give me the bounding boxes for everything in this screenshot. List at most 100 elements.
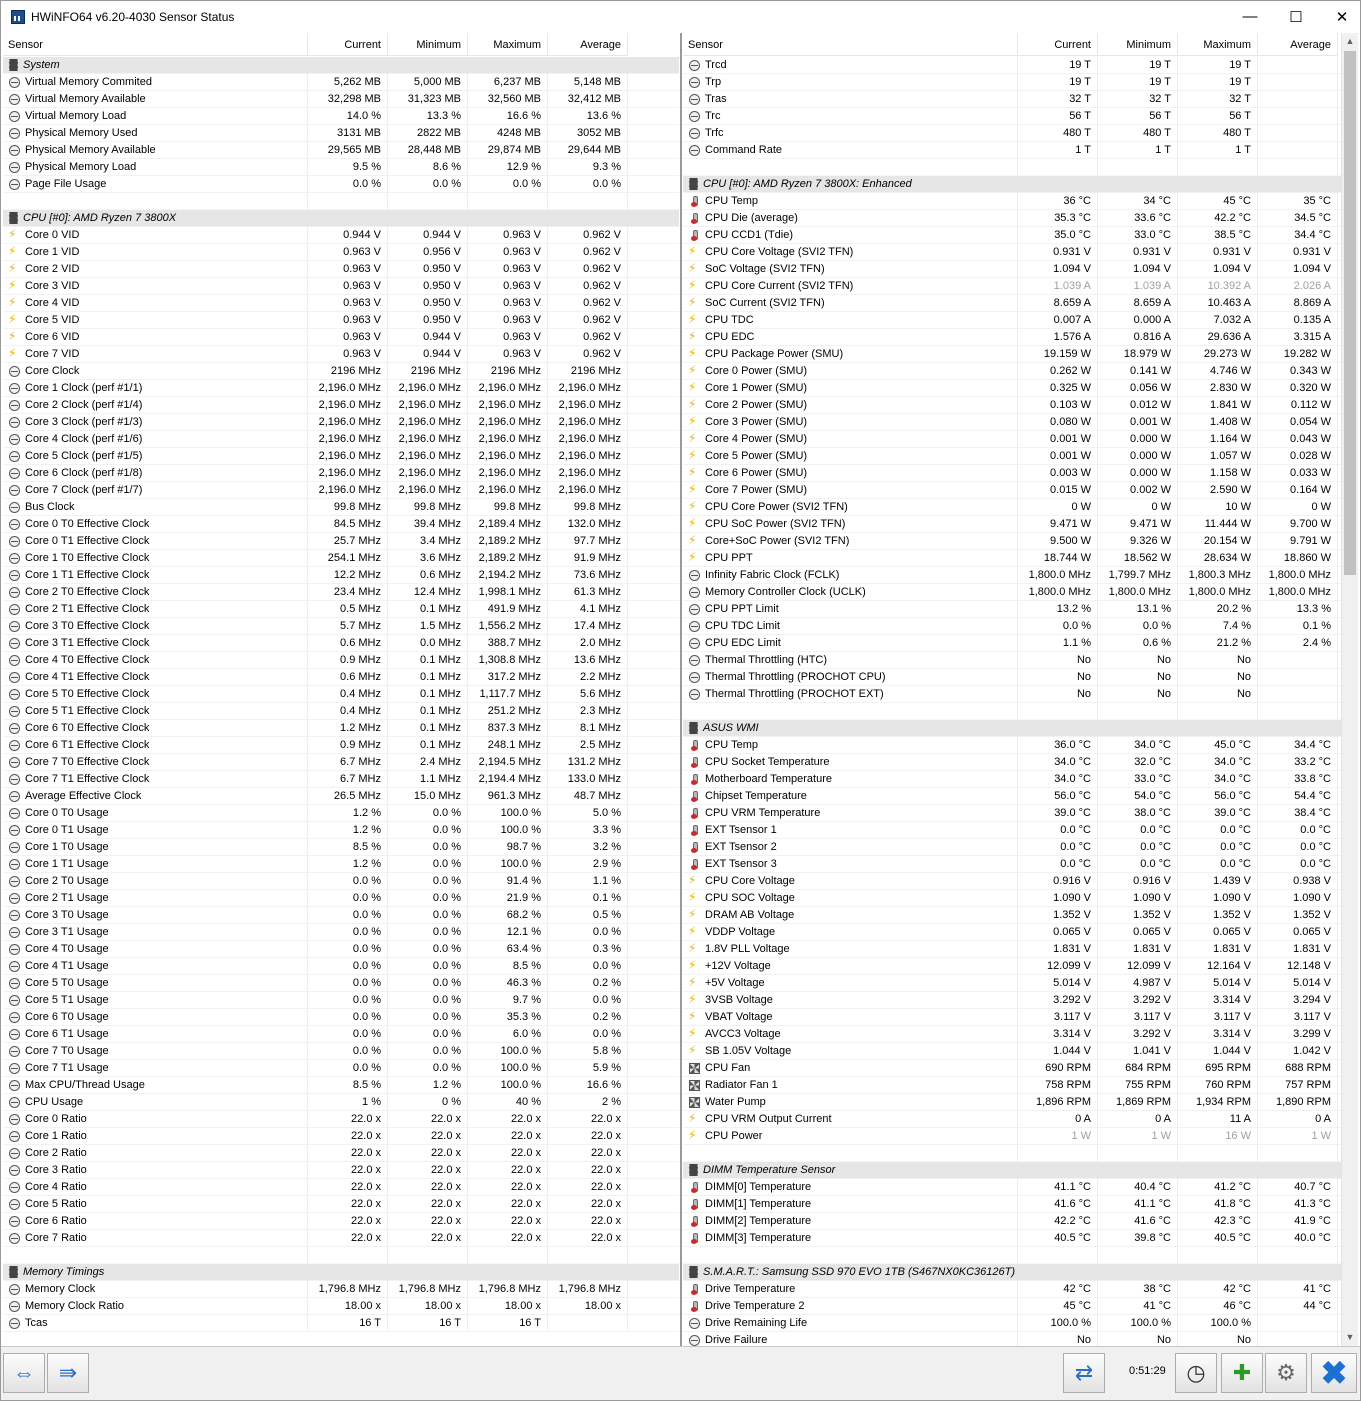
vertical-scrollbar[interactable]: ▲ ▼ bbox=[1341, 33, 1358, 1346]
minimize-button[interactable]: — bbox=[1227, 1, 1273, 32]
close-sensors-button[interactable]: ✖ bbox=[1311, 1353, 1357, 1393]
column-sensor[interactable]: Sensor bbox=[3, 33, 308, 55]
sensor-row[interactable]: Bus Clock 99.8 MHz 99.8 MHz 99.8 MHz 99.8 MH… bbox=[3, 498, 679, 516]
sensor-row[interactable]: Core 2 VID0.963 V0.950 V0.963 V0.962 V bbox=[3, 260, 679, 278]
sensor-row[interactable]: Core 2 T0 Usage 0.0 % 0.0 % 91.4 % 1.1 % bbox=[3, 872, 679, 890]
sensor-row[interactable]: CPU Socket Temperature 34.0 °C 32.0 °C 34.0… bbox=[683, 753, 1342, 771]
sensor-row[interactable]: Core 1 T0 Effective Clock 254.1 MHz 3.6 MH… bbox=[3, 549, 679, 567]
sensor-row[interactable]: Core 6 T1 Usage 0.0 % 0.0 % 6.0 % 0.0 % bbox=[3, 1025, 679, 1043]
sensor-row[interactable]: CPU Core Voltage (SVI2 TFN)0.931 V0.931 … bbox=[683, 243, 1342, 261]
sensor-row[interactable]: +5V Voltage5.014 V4.987 V5.014 V5.014 V bbox=[683, 974, 1342, 992]
sensor-row[interactable]: CPU TDC Limit 0.0 % 0.0 % 7.4 % 0.1 % bbox=[683, 617, 1342, 635]
sensor-row[interactable]: Core 5 T1 Effective Clock 0.4 MHz 0.1 MHz 2… bbox=[3, 702, 679, 720]
sensor-row[interactable]: CPU SOC Voltage1.090 V1.090 V1.090 V1.09… bbox=[683, 889, 1342, 907]
close-window-button[interactable]: ✕ bbox=[1319, 1, 1361, 32]
sensor-row[interactable]: Core 2 Clock (perf #1/4) 2,196.0 MHz 2,196… bbox=[3, 396, 679, 414]
pane-splitter[interactable] bbox=[680, 33, 682, 1346]
sensor-row[interactable]: Core 5 T1 Usage 0.0 % 0.0 % 9.7 % 0.0 % bbox=[3, 991, 679, 1009]
sensor-row[interactable]: SoC Voltage (SVI2 TFN)1.094 V1.094 V1.09… bbox=[683, 260, 1342, 278]
sensor-row[interactable]: Core 7 Ratio 22.0 x 22.0 x 22.0 x 22.0 x bbox=[3, 1229, 679, 1247]
sensor-row[interactable]: Core 5 T0 Usage 0.0 % 0.0 % 46.3 % 0.2 % bbox=[3, 974, 679, 992]
sensor-row[interactable]: DIMM[1] Temperature 41.6 °C 41.1 °C 41.8 °C… bbox=[683, 1195, 1342, 1213]
sensor-row[interactable]: Core 6 VID0.963 V0.944 V0.963 V0.962 V bbox=[3, 328, 679, 346]
sensor-row[interactable]: Core 4 T0 Usage 0.0 % 0.0 % 63.4 % 0.3 % bbox=[3, 940, 679, 958]
sensor-row[interactable]: Core 7 Clock (perf #1/7) 2,196.0 MHz 2,196… bbox=[3, 481, 679, 499]
column-maximum[interactable]: Maximum bbox=[468, 33, 548, 55]
sensor-row[interactable]: Core 5 Ratio 22.0 x 22.0 x 22.0 x 22.0 x bbox=[3, 1195, 679, 1213]
sensor-row[interactable]: Core 2 T1 Effective Clock 0.5 MHz 0.1 MHz 4… bbox=[3, 600, 679, 618]
sensor-row[interactable]: Tcas 16 T 16 T 16 T bbox=[3, 1314, 679, 1332]
sensor-row[interactable]: Core 3 T0 Usage 0.0 % 0.0 % 68.2 % 0.5 % bbox=[3, 906, 679, 924]
sensor-row[interactable]: SoC Current (SVI2 TFN)8.659 A8.659 A10.4… bbox=[683, 294, 1342, 312]
sensor-row[interactable]: CPU SoC Power (SVI2 TFN)9.471 W9.471 W11… bbox=[683, 515, 1342, 533]
sensor-row[interactable]: Trp 19 T 19 T 19 T bbox=[683, 73, 1342, 91]
sensor-row[interactable]: CPU Usage 1 % 0 % 40 % 2 % bbox=[3, 1093, 679, 1111]
sensor-row[interactable]: Tras 32 T 32 T 32 T bbox=[683, 90, 1342, 108]
column-average[interactable]: Average bbox=[1258, 33, 1338, 55]
sensor-row[interactable]: Core 3 Ratio 22.0 x 22.0 x 22.0 x 22.0 x bbox=[3, 1161, 679, 1179]
sensor-row[interactable]: Core Clock 2196 MHz 2196 MHz 2196 MHz 2196 M… bbox=[3, 362, 679, 380]
sensor-row[interactable]: Physical Memory Available 29,565 MB 28,448… bbox=[3, 141, 679, 159]
sensor-row[interactable]: Core 3 Clock (perf #1/3) 2,196.0 MHz 2,196… bbox=[3, 413, 679, 431]
sensor-row[interactable]: Core 5 Clock (perf #1/5) 2,196.0 MHz 2,196… bbox=[3, 447, 679, 465]
sensor-row[interactable]: Radiator Fan 1 758 RPM 755 RPM 760 RPM 757 R… bbox=[683, 1076, 1342, 1094]
sensor-row[interactable]: Core 6 T0 Usage 0.0 % 0.0 % 35.3 % 0.2 % bbox=[3, 1008, 679, 1026]
sensor-row[interactable]: Drive Failure No No No bbox=[683, 1331, 1342, 1346]
scrollbar-thumb[interactable] bbox=[1344, 51, 1356, 575]
sensor-row[interactable]: DIMM[2] Temperature 42.2 °C 41.6 °C 42.3 °C… bbox=[683, 1212, 1342, 1230]
sensor-row[interactable]: CPU CCD1 (Tdie) 35.0 °C 33.0 °C 38.5 °C 34.4… bbox=[683, 226, 1342, 244]
sensor-row[interactable]: CPU PPT 18.744 W18.562 W28.634 W18.860 W bbox=[683, 549, 1342, 567]
sensor-row[interactable]: DIMM[3] Temperature 40.5 °C 39.8 °C 40.5 °C… bbox=[683, 1229, 1342, 1247]
sensor-row[interactable]: Core 1 T0 Usage 8.5 % 0.0 % 98.7 % 3.2 % bbox=[3, 838, 679, 856]
sensor-row[interactable]: Core 0 T1 Usage 1.2 % 0.0 % 100.0 % 3.3 % bbox=[3, 821, 679, 839]
sensor-row[interactable]: Core 4 T1 Usage 0.0 % 0.0 % 8.5 % 0.0 % bbox=[3, 957, 679, 975]
sensor-row[interactable]: Motherboard Temperature 34.0 °C 33.0 °C 34.… bbox=[683, 770, 1342, 788]
column-maximum[interactable]: Maximum bbox=[1178, 33, 1258, 55]
sensor-row[interactable]: Core 5 VID0.963 V0.950 V0.963 V0.962 V bbox=[3, 311, 679, 329]
sensor-row[interactable]: Core 3 T1 Usage 0.0 % 0.0 % 12.1 % 0.0 % bbox=[3, 923, 679, 941]
sensor-row[interactable]: Core 7 T1 Effective Clock 6.7 MHz 1.1 MHz 2… bbox=[3, 770, 679, 788]
nav-right-button[interactable]: ⇛ bbox=[47, 1353, 89, 1393]
sensor-row[interactable]: CPU Core Power (SVI2 TFN)0 W0 W10 W0 W bbox=[683, 498, 1342, 516]
sensor-row[interactable]: CPU Package Power (SMU) 19.159 W18.979 W2… bbox=[683, 345, 1342, 363]
sensor-row[interactable]: Physical Memory Load 9.5 % 8.6 % 12.9 % 9.3 … bbox=[3, 158, 679, 176]
sensor-row[interactable]: Drive Remaining Life 100.0 % 100.0 % 100.0 … bbox=[683, 1314, 1342, 1332]
sensor-row[interactable]: Command Rate 1 T1 T1 T bbox=[683, 141, 1342, 159]
sensor-row[interactable]: DRAM AB Voltage1.352 V1.352 V1.352 V1.35… bbox=[683, 906, 1342, 924]
sensor-row[interactable]: Average Effective Clock 26.5 MHz 15.0 MHz 9… bbox=[3, 787, 679, 805]
sensor-row[interactable]: Drive Temperature 42 °C 38 °C 42 °C 41 °C bbox=[683, 1280, 1342, 1298]
sensor-row[interactable]: VBAT Voltage3.117 V3.117 V3.117 V3.117 V bbox=[683, 1008, 1342, 1026]
sensor-row[interactable]: CPU Die (average) 35.3 °C 33.6 °C 42.2 °C 34… bbox=[683, 209, 1342, 227]
sensor-row[interactable]: CPU PPT Limit 13.2 % 13.1 % 20.2 % 13.3 % bbox=[683, 600, 1342, 618]
sensor-row[interactable]: Virtual Memory Available 32,298 MB 31,323 … bbox=[3, 90, 679, 108]
sensor-row[interactable]: Core+SoC Power (SVI2 TFN) 9.500 W9.326 W2… bbox=[683, 532, 1342, 550]
sensor-row[interactable]: CPU Temp 36 °C 34 °C 45 °C 35 °C bbox=[683, 192, 1342, 210]
sensor-row[interactable]: CPU EDC 1.576 A0.816 A29.636 A3.315 A bbox=[683, 328, 1342, 346]
sensor-row[interactable]: CPU TDC 0.007 A0.000 A7.032 A0.135 A bbox=[683, 311, 1342, 329]
sensor-row[interactable]: +12V Voltage12.099 V12.099 V12.164 V12.1… bbox=[683, 957, 1342, 975]
sensor-row[interactable]: Trfc 480 T 480 T 480 T bbox=[683, 124, 1342, 142]
sensor-row[interactable]: Core 1 Clock (perf #1/1) 2,196.0 MHz 2,196… bbox=[3, 379, 679, 397]
column-sensor[interactable]: Sensor bbox=[683, 33, 1018, 55]
sensor-row[interactable]: Core 1 Ratio 22.0 x 22.0 x 22.0 x 22.0 x bbox=[3, 1127, 679, 1145]
sensor-row[interactable]: SB 1.05V Voltage1.044 V1.041 V1.044 V1.0… bbox=[683, 1042, 1342, 1060]
sensor-row[interactable]: Memory Controller Clock (UCLK) 1,800.0 MH… bbox=[683, 583, 1342, 601]
column-current[interactable]: Current bbox=[1018, 33, 1098, 55]
maximize-button[interactable]: ☐ bbox=[1273, 1, 1319, 32]
sensor-row[interactable]: Core 0 T0 Usage 1.2 % 0.0 % 100.0 % 5.0 % bbox=[3, 804, 679, 822]
sensor-row[interactable]: Trcd 19 T 19 T 19 T bbox=[683, 56, 1342, 74]
sensor-row[interactable]: AVCC3 Voltage3.314 V3.292 V3.314 V3.299 … bbox=[683, 1025, 1342, 1043]
network-button[interactable]: ⇄ bbox=[1063, 1353, 1105, 1393]
scroll-up-arrow-icon[interactable]: ▲ bbox=[1342, 33, 1358, 50]
sensor-row[interactable]: Core 0 VID0.944 V0.944 V0.963 V0.962 V bbox=[3, 226, 679, 244]
sensor-row[interactable]: Core 3 Power (SMU) 0.080 W0.001 W1.408 W0… bbox=[683, 413, 1342, 431]
sensor-row[interactable]: CPU VRM Output Current0 A0 A11 A0 A bbox=[683, 1110, 1342, 1128]
sensor-group-header[interactable]: S.M.A.R.T.: Samsung SSD 970 EVO 1TB (S46… bbox=[683, 1263, 1342, 1281]
sensor-row[interactable]: Page File Usage 0.0 % 0.0 % 0.0 % 0.0 % bbox=[3, 175, 679, 193]
sensor-row[interactable]: Core 2 Ratio 22.0 x 22.0 x 22.0 x 22.0 x bbox=[3, 1144, 679, 1162]
column-minimum[interactable]: Minimum bbox=[388, 33, 468, 55]
sensor-row[interactable]: Core 3 VID0.963 V0.950 V0.963 V0.962 V bbox=[3, 277, 679, 295]
reset-clock-button[interactable]: ◷ bbox=[1175, 1353, 1217, 1393]
sensor-group-header[interactable]: System bbox=[3, 56, 679, 74]
sensor-row[interactable]: Drive Temperature 2 45 °C 41 °C 46 °C 44 °C bbox=[683, 1297, 1342, 1315]
